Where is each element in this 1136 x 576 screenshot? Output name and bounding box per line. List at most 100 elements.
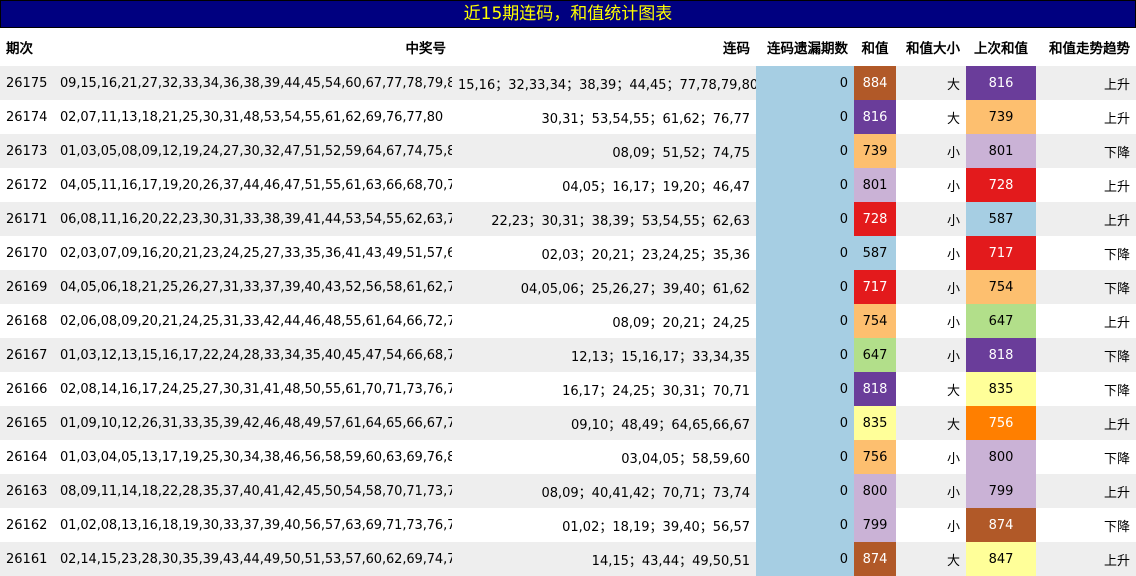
- cell-miss-count: 0: [756, 542, 854, 576]
- cell-miss-count: 0: [756, 474, 854, 508]
- cell-period: 26175: [0, 66, 54, 100]
- table-row: 26173 01,03,05,08,09,12,19,24,27,30,32,47…: [0, 134, 1136, 168]
- cell-period: 26168: [0, 304, 54, 338]
- cell-trend: 下降: [1036, 338, 1136, 372]
- cell-consecutive: 03,04,05；58,59,60: [452, 440, 756, 474]
- header-sum-size: 和值大小: [906, 41, 960, 57]
- table-row: 26170 02,03,07,09,16,20,21,23,24,25,27,33…: [0, 236, 1136, 270]
- cell-trend: 下降: [1036, 508, 1136, 542]
- cell-trend: 上升: [1036, 304, 1136, 338]
- cell-period: 26161: [0, 542, 54, 576]
- cell-miss-count: 0: [756, 66, 854, 100]
- cell-sum-size: 小: [896, 508, 966, 542]
- table-row: 26164 01,03,04,05,13,17,19,25,30,34,38,46…: [0, 440, 1136, 474]
- table-row: 26169 04,05,06,18,21,25,26,27,31,33,37,39…: [0, 270, 1136, 304]
- cell-numbers: 02,07,11,13,18,21,25,30,31,48,53,54,55,6…: [54, 100, 452, 134]
- cell-miss-count: 0: [756, 508, 854, 542]
- cell-sum: 587: [854, 236, 896, 270]
- cell-trend: 下降: [1036, 236, 1136, 270]
- cell-numbers: 08,09,11,14,18,22,28,35,37,40,41,42,45,5…: [54, 474, 452, 508]
- table-row: 26162 01,02,08,13,16,18,19,30,33,37,39,40…: [0, 508, 1136, 542]
- cell-period: 26167: [0, 338, 54, 372]
- header-period: 期次: [6, 41, 33, 57]
- cell-sum-size: 小: [896, 440, 966, 474]
- cell-prev-sum: 800: [966, 440, 1036, 474]
- cell-sum-size: 大: [896, 66, 966, 100]
- cell-consecutive: 15,16；32,33,34；38,39；44,45；77,78,79,80: [452, 66, 756, 100]
- cell-prev-sum: 717: [966, 236, 1036, 270]
- cell-consecutive: 08,09；40,41,42；70,71；73,74: [452, 474, 756, 508]
- cell-sum-size: 小: [896, 134, 966, 168]
- cell-sum: 801: [854, 168, 896, 202]
- cell-prev-sum: 587: [966, 202, 1036, 236]
- cell-trend: 下降: [1036, 372, 1136, 406]
- cell-sum: 647: [854, 338, 896, 372]
- cell-sum: 799: [854, 508, 896, 542]
- cell-period: 26170: [0, 236, 54, 270]
- cell-miss-count: 0: [756, 406, 854, 440]
- cell-sum-size: 大: [896, 406, 966, 440]
- cell-consecutive: 30,31；53,54,55；61,62；76,77: [452, 100, 756, 134]
- table-row: 26165 01,09,10,12,26,31,33,35,39,42,46,48…: [0, 406, 1136, 440]
- cell-sum: 835: [854, 406, 896, 440]
- cell-miss-count: 0: [756, 372, 854, 406]
- cell-period: 26163: [0, 474, 54, 508]
- cell-trend: 下降: [1036, 134, 1136, 168]
- header-prev-sum: 上次和值: [974, 41, 1028, 57]
- cell-sum: 800: [854, 474, 896, 508]
- cell-prev-sum: 647: [966, 304, 1036, 338]
- cell-consecutive: 04,05,06；25,26,27；39,40；61,62: [452, 270, 756, 304]
- table-row: 26168 02,06,08,09,20,21,24,25,31,33,42,44…: [0, 304, 1136, 338]
- table-row: 26172 04,05,11,16,17,19,20,26,37,44,46,47…: [0, 168, 1136, 202]
- cell-period: 26162: [0, 508, 54, 542]
- cell-miss-count: 0: [756, 134, 854, 168]
- cell-sum-size: 大: [896, 100, 966, 134]
- cell-numbers: 04,05,11,16,17,19,20,26,37,44,46,47,51,5…: [54, 168, 452, 202]
- cell-sum-size: 小: [896, 270, 966, 304]
- cell-sum: 717: [854, 270, 896, 304]
- cell-consecutive: 04,05；16,17；19,20；46,47: [452, 168, 756, 202]
- table-row: 26171 06,08,11,16,20,22,23,30,31,33,38,39…: [0, 202, 1136, 236]
- cell-prev-sum: 835: [966, 372, 1036, 406]
- cell-numbers: 02,14,15,23,28,30,35,39,43,44,49,50,51,5…: [54, 542, 452, 576]
- cell-consecutive: 01,02；18,19；39,40；56,57: [452, 508, 756, 542]
- cell-trend: 上升: [1036, 474, 1136, 508]
- table-row: 26166 02,08,14,16,17,24,25,27,30,31,41,48…: [0, 372, 1136, 406]
- cell-sum: 884: [854, 66, 896, 100]
- cell-consecutive: 02,03；20,21；23,24,25；35,36: [452, 236, 756, 270]
- cell-trend: 上升: [1036, 66, 1136, 100]
- cell-numbers: 01,03,04,05,13,17,19,25,30,34,38,46,56,5…: [54, 440, 452, 474]
- cell-sum-size: 小: [896, 168, 966, 202]
- cell-sum: 728: [854, 202, 896, 236]
- cell-numbers: 06,08,11,16,20,22,23,30,31,33,38,39,41,4…: [54, 202, 452, 236]
- cell-numbers: 01,03,05,08,09,12,19,24,27,30,32,47,51,5…: [54, 134, 452, 168]
- cell-prev-sum: 874: [966, 508, 1036, 542]
- cell-sum: 874: [854, 542, 896, 576]
- cell-prev-sum: 801: [966, 134, 1036, 168]
- table-row: 26163 08,09,11,14,18,22,28,35,37,40,41,42…: [0, 474, 1136, 508]
- cell-prev-sum: 754: [966, 270, 1036, 304]
- cell-sum-size: 小: [896, 338, 966, 372]
- cell-miss-count: 0: [756, 168, 854, 202]
- cell-miss-count: 0: [756, 236, 854, 270]
- cell-period: 26171: [0, 202, 54, 236]
- cell-miss-count: 0: [756, 270, 854, 304]
- cell-numbers: 01,02,08,13,16,18,19,30,33,37,39,40,56,5…: [54, 508, 452, 542]
- cell-consecutive: 08,09；51,52；74,75: [452, 134, 756, 168]
- cell-sum: 756: [854, 440, 896, 474]
- cell-trend: 上升: [1036, 542, 1136, 576]
- stats-table: 期次 中奖号 连码 连码遗漏期数 和值 和值大小 上次和值 和值走势趋势 261…: [0, 28, 1136, 576]
- cell-prev-sum: 847: [966, 542, 1036, 576]
- cell-prev-sum: 739: [966, 100, 1036, 134]
- cell-sum: 816: [854, 100, 896, 134]
- cell-sum-size: 小: [896, 202, 966, 236]
- cell-consecutive: 09,10；48,49；64,65,66,67: [452, 406, 756, 440]
- cell-prev-sum: 818: [966, 338, 1036, 372]
- cell-miss-count: 0: [756, 338, 854, 372]
- cell-trend: 上升: [1036, 100, 1136, 134]
- cell-period: 26164: [0, 440, 54, 474]
- table-row: 26175 09,15,16,21,27,32,33,34,36,38,39,44…: [0, 66, 1136, 100]
- cell-numbers: 02,03,07,09,16,20,21,23,24,25,27,33,35,3…: [54, 236, 452, 270]
- cell-consecutive: 08,09；20,21；24,25: [452, 304, 756, 338]
- cell-sum-size: 小: [896, 304, 966, 338]
